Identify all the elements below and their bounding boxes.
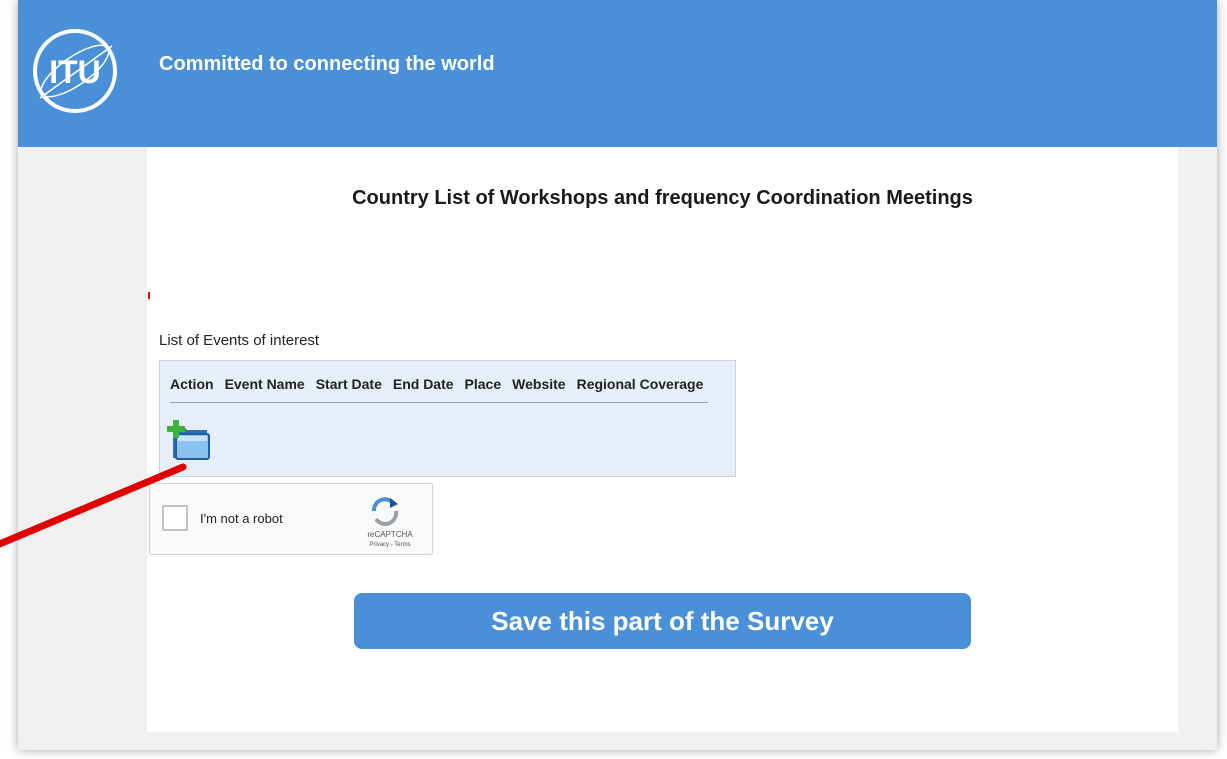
recaptcha-brand: reCAPTCHA xyxy=(367,530,413,539)
events-table-panel: Action Event Name Start Date End Date Place W… xyxy=(159,360,736,477)
column-header: Website xyxy=(506,374,571,403)
itu-logo[interactable]: ITU xyxy=(30,26,120,116)
column-header: Event Name xyxy=(218,374,310,403)
column-header: Start Date xyxy=(309,374,387,403)
logo-text: ITU xyxy=(49,54,101,90)
recaptcha-label: I'm not a robot xyxy=(200,511,283,526)
main-content: Country List of Workshops and frequency … xyxy=(147,147,1178,732)
recaptcha-checkbox[interactable] xyxy=(162,505,188,531)
site-header: ITU Committed to connecting the world xyxy=(18,0,1217,147)
header-tagline: Committed to connecting the world xyxy=(159,53,495,75)
page-frame: ITU Committed to connecting the world Co… xyxy=(18,0,1217,750)
column-header: Place xyxy=(458,374,507,403)
column-header: End Date xyxy=(386,374,459,403)
events-table: Action Event Name Start Date End Date Place W… xyxy=(170,374,709,403)
recaptcha-icon xyxy=(372,497,399,526)
events-list-label: List of Events of interest xyxy=(159,332,320,349)
column-header: Regional Coverage xyxy=(570,374,709,403)
required-marker xyxy=(148,292,150,299)
column-header: Action xyxy=(170,374,219,403)
page-title: Country List of Workshops and frequency … xyxy=(352,187,973,209)
recaptcha-privacy-terms[interactable]: Privacy - Terms xyxy=(355,542,425,548)
save-survey-button[interactable]: Save this part of the Survey xyxy=(354,593,971,649)
add-folder-icon[interactable] xyxy=(167,420,213,462)
events-header-row: Action Event Name Start Date End Date Place W… xyxy=(170,374,709,403)
recaptcha-widget: I'm not a robot reCAPTCHA Privacy - Term… xyxy=(149,483,433,555)
